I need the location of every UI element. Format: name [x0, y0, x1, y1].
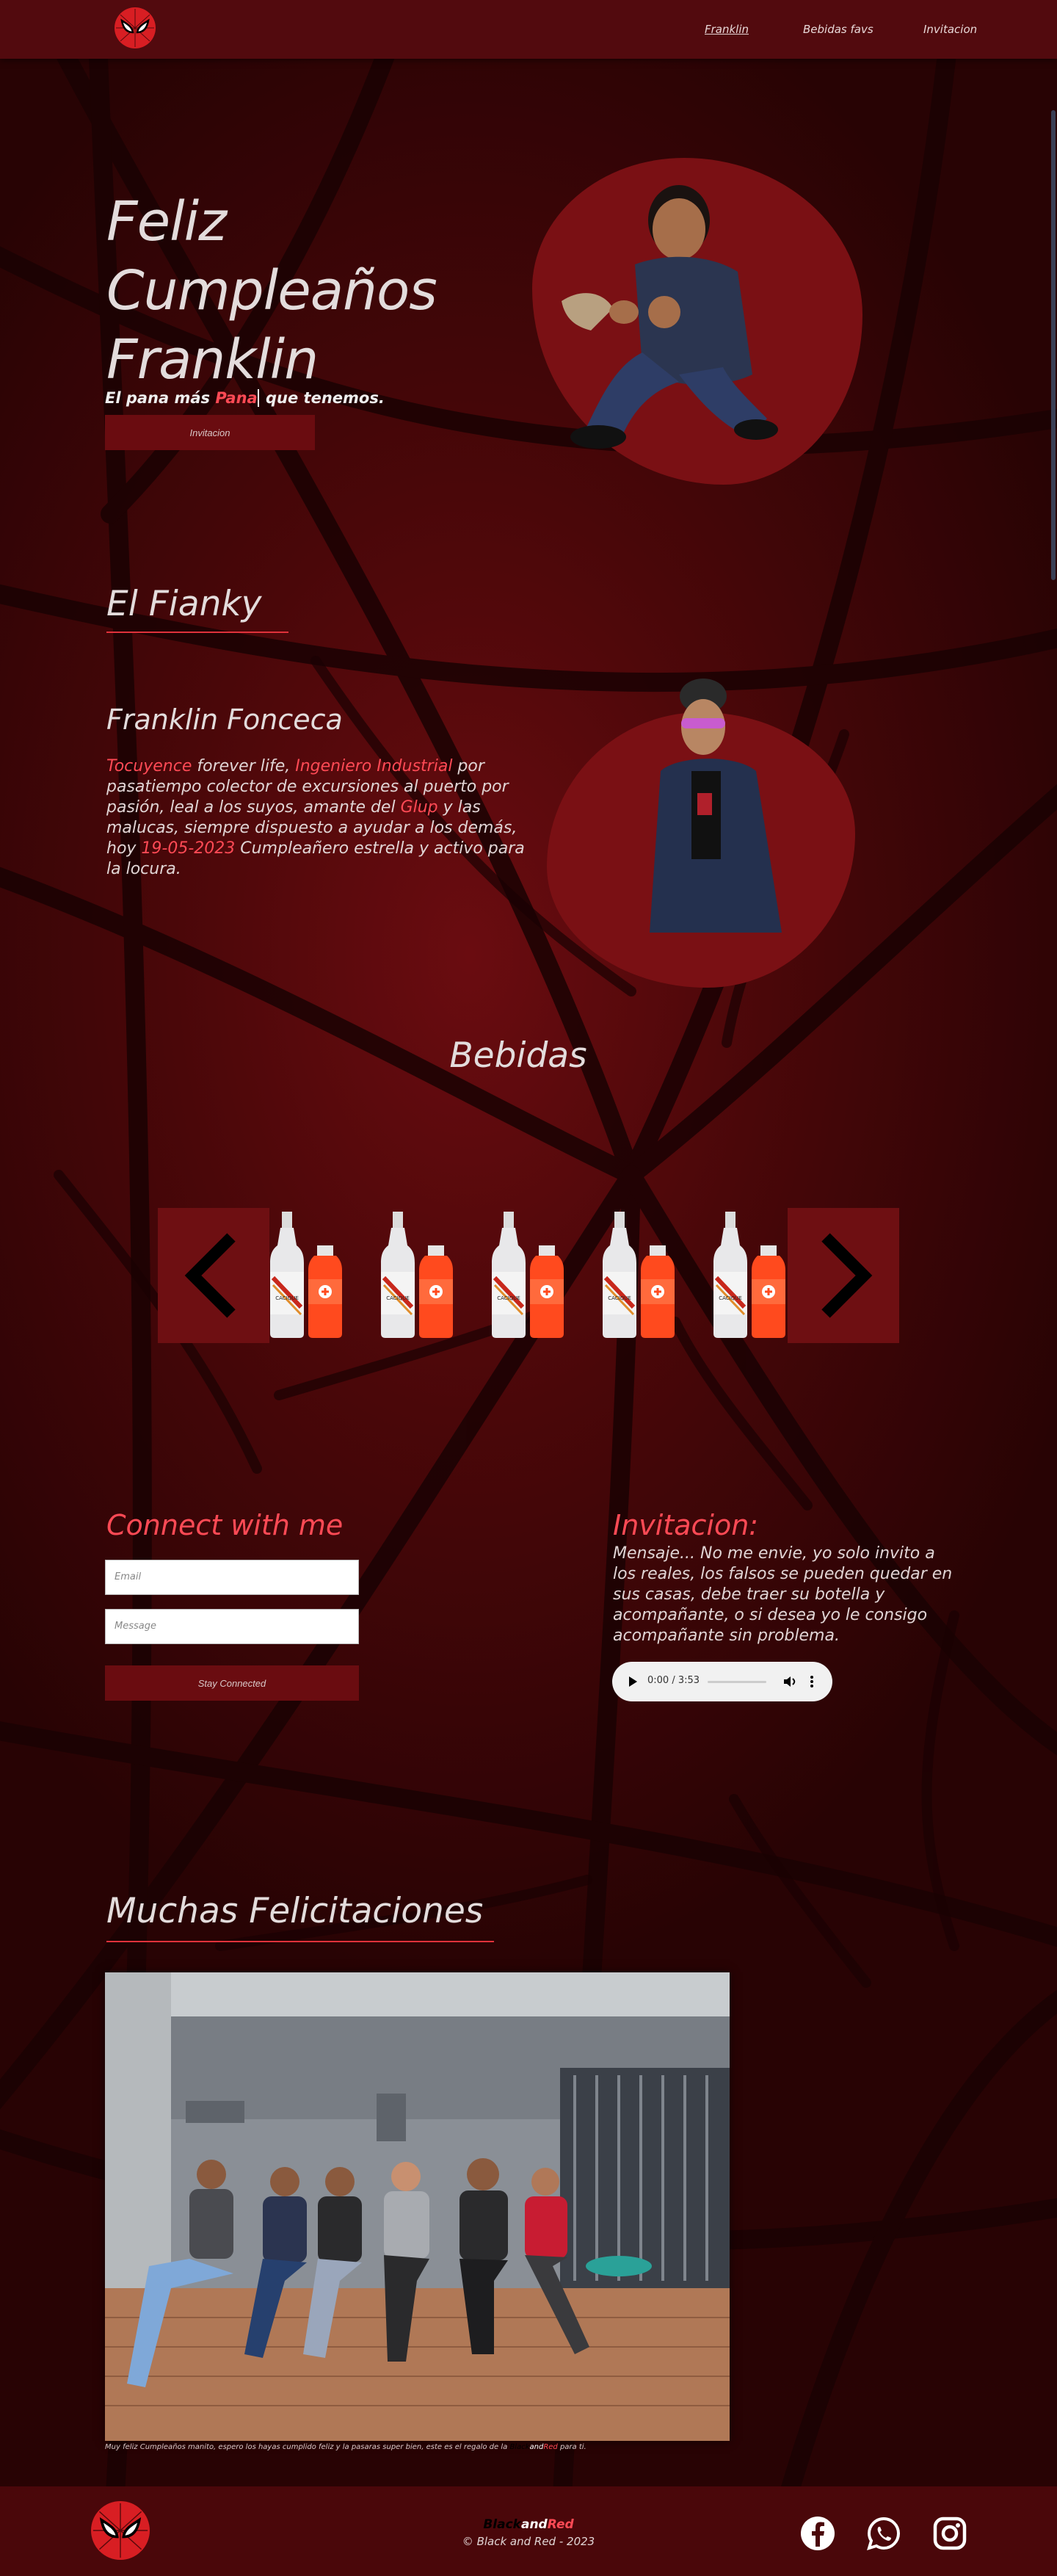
- bio-highlight: Ingeniero Industrial: [295, 757, 453, 775]
- connect-heading: Connect with me: [106, 1509, 344, 1541]
- nav-link-bebidas-favs[interactable]: Bebidas favs: [803, 23, 873, 36]
- chevron-right-icon: [821, 1233, 873, 1318]
- spider-mask-icon: [115, 8, 155, 48]
- carousel-item-bottles[interactable]: CACIQUE: [712, 1212, 790, 1338]
- bio-highlight: 19-05-2023: [141, 839, 236, 858]
- brand-and: and: [520, 2517, 548, 2532]
- hero-title: Feliz Cumpleaños Franklin: [106, 187, 437, 394]
- svg-text:CACIQUE: CACIQUE: [719, 1295, 742, 1301]
- instagram-icon[interactable]: [932, 2516, 967, 2551]
- hero-title-line-2: Cumpleaños: [106, 259, 437, 322]
- drinks-heading: Bebidas: [449, 1035, 587, 1076]
- message-field[interactable]: Message: [105, 1609, 359, 1644]
- caption-and: and: [529, 2443, 544, 2451]
- brand-red: Red: [547, 2517, 574, 2532]
- group-photo-caption: Muy feliz Cumpleaños manito, espero los …: [105, 2443, 586, 2451]
- subtitle-text-end: que tenemos.: [260, 389, 385, 407]
- congrats-heading-underline: [106, 1941, 494, 1942]
- about-heading-underline: [106, 632, 288, 633]
- subtitle-text: El pana más: [105, 389, 216, 407]
- volume-icon[interactable]: [782, 1674, 797, 1689]
- play-icon[interactable]: [627, 1676, 639, 1687]
- spiderman-logo[interactable]: [115, 7, 156, 48]
- about-heading: El Fianky: [106, 584, 262, 624]
- carousel-item-bottles[interactable]: CACIQUE: [269, 1212, 346, 1338]
- about-bio: Tocuyence forever life, Ingeniero Indust…: [106, 756, 532, 880]
- invitation-heading: Invitacion:: [613, 1509, 759, 1541]
- whatsapp-icon[interactable]: [866, 2516, 901, 2551]
- hero-photo-franklin: [554, 184, 789, 455]
- congrats-heading: Muchas Felicitaciones: [106, 1891, 484, 1931]
- stay-connected-button[interactable]: Stay Connected: [105, 1665, 359, 1701]
- footer: BlackandRed © Black and Red - 2023: [0, 2486, 1057, 2576]
- more-options-icon[interactable]: [809, 1674, 815, 1689]
- audio-time: 0:00 / 3:53: [647, 1675, 700, 1686]
- bio-highlight: Glup: [400, 798, 438, 817]
- scrollbar-thumb[interactable]: [1051, 110, 1056, 580]
- nav-link-invitacion[interactable]: Invitacion: [923, 23, 977, 36]
- caption-text: Muy feliz Cumpleaños manito, espero los …: [105, 2443, 510, 2451]
- hero-title-line-1: Feliz: [106, 190, 227, 253]
- subtitle-highlight: Pana: [215, 389, 258, 407]
- carousel-item-bottles[interactable]: CACIQUE: [490, 1212, 568, 1338]
- about-photo-franklin: [646, 676, 793, 933]
- svg-text:CACIQUE: CACIQUE: [275, 1295, 299, 1301]
- invitation-text: Mensaje... No me envie, yo solo invito a…: [613, 1544, 953, 1645]
- nav-link-franklin[interactable]: Franklin: [705, 23, 749, 36]
- text-cursor: [257, 389, 259, 407]
- carousel-prev-button[interactable]: [158, 1208, 269, 1343]
- audio-progress-track[interactable]: [708, 1681, 766, 1683]
- carousel-next-button[interactable]: [788, 1208, 899, 1343]
- audio-player[interactable]: 0:00 / 3:53: [612, 1662, 832, 1701]
- invitation-button[interactable]: Invitacion: [105, 415, 315, 450]
- bio-highlight: Tocuyence: [106, 757, 192, 775]
- carousel-item-bottles[interactable]: CACIQUE: [601, 1212, 679, 1338]
- hero-title-line-3: Franklin: [106, 328, 319, 391]
- svg-text:CACIQUE: CACIQUE: [497, 1295, 520, 1301]
- facebook-icon[interactable]: [800, 2516, 835, 2551]
- brand-black: Black: [483, 2517, 521, 2532]
- carousel-item-bottles[interactable]: CACIQUE: [379, 1212, 457, 1338]
- hero-subtitle: El pana más Pana que tenemos.: [105, 389, 385, 407]
- svg-text:CACIQUE: CACIQUE: [386, 1295, 410, 1301]
- bio-text: forever life,: [192, 757, 296, 775]
- chevron-left-icon: [184, 1233, 236, 1318]
- caption-black: Black: [509, 2443, 530, 2451]
- svg-text:CACIQUE: CACIQUE: [608, 1295, 631, 1301]
- group-photo: [105, 1972, 730, 2441]
- header: Franklin Bebidas favs Invitacion: [0, 0, 1057, 59]
- caption-text-end: para ti.: [557, 2443, 586, 2451]
- email-field[interactable]: Email: [105, 1560, 359, 1595]
- about-name: Franklin Fonceca: [106, 703, 343, 736]
- caption-red: Red: [543, 2443, 558, 2451]
